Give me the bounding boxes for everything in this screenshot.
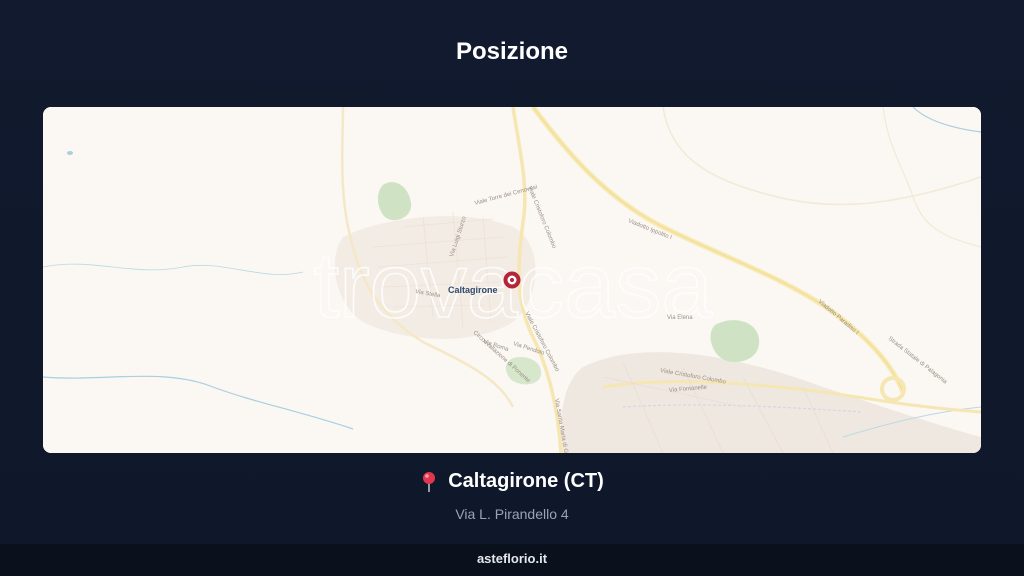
location-title: Caltagirone (CT) xyxy=(448,470,604,492)
map-panel[interactable]: trovacasa Viale Torre dei Cenovesi Viale… xyxy=(43,107,981,453)
footer-site: asteflorio.it xyxy=(476,551,548,566)
location-heading: Caltagirone (CT) xyxy=(420,470,604,493)
location-address: Via L. Pirandello 4 xyxy=(455,505,569,522)
pond xyxy=(67,151,73,155)
round-pushpin-icon xyxy=(423,471,436,492)
footer: asteflorio.it xyxy=(0,544,1024,576)
location-marker-icon[interactable] xyxy=(503,271,521,289)
map-canvas[interactable]: trovacasa Viale Torre dei Cenovesi Viale… xyxy=(43,107,981,453)
location-info: Caltagirone (CT) Via L. Pirandello 4 xyxy=(0,470,1024,522)
city-label: Caltagirone xyxy=(448,285,498,295)
page-title: Posizione xyxy=(455,38,569,65)
street-label: Via Elena xyxy=(667,315,693,321)
